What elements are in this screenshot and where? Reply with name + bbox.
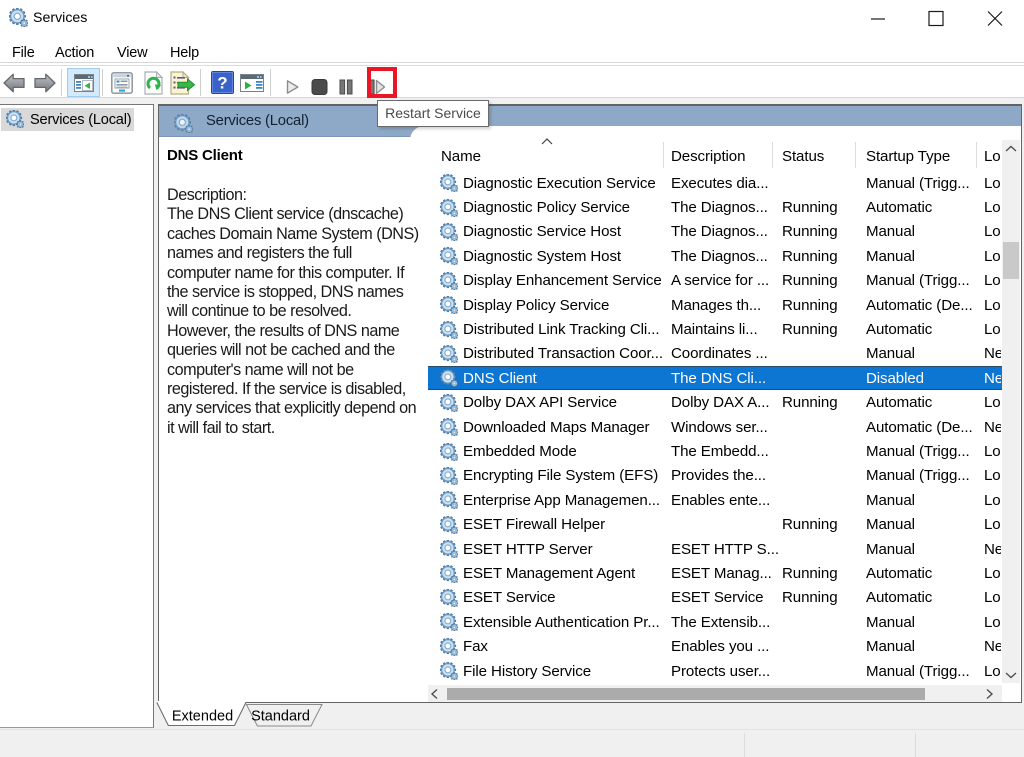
svg-text:?: ? [217,74,227,93]
svg-text:Standard: Standard [251,709,310,725]
svg-text:Extended: Extended [172,709,233,725]
